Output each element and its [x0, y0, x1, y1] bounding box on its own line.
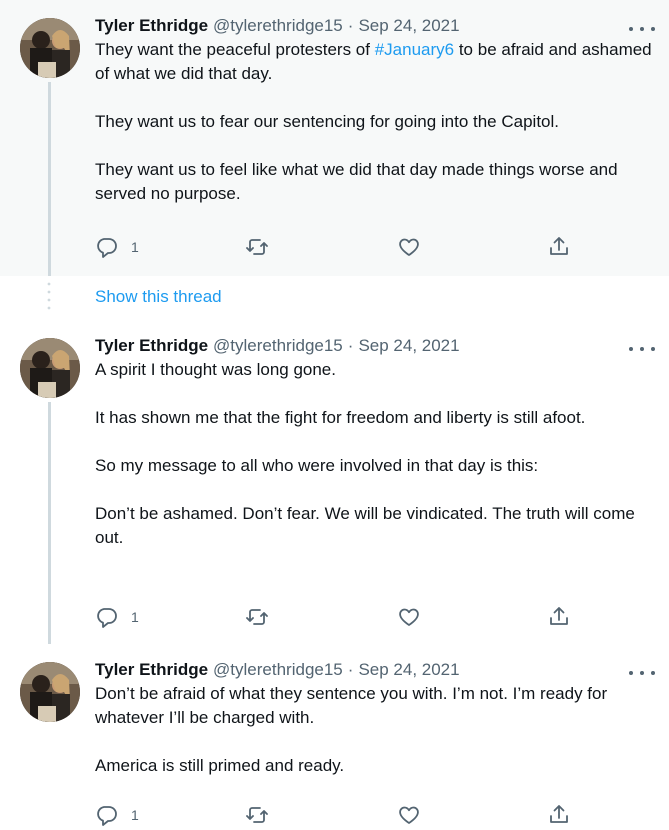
like-button[interactable] [397, 232, 421, 262]
author-name[interactable]: Tyler Ethridge [95, 14, 208, 38]
tweet-text: They want the peaceful protesters of #Ja… [95, 38, 655, 206]
tweet-content: Tyler Ethridge @tylerethridge15 · Sep 24… [95, 334, 655, 550]
share-icon [550, 805, 568, 823]
avatar[interactable] [20, 338, 80, 398]
tweet-content: Tyler Ethridge @tylerethridge15 · Sep 24… [95, 658, 655, 778]
hashtag-link[interactable]: #January6 [375, 40, 454, 59]
like-button[interactable] [397, 602, 421, 632]
tweet-paragraph: So my message to all who were involved i… [95, 456, 539, 475]
thread-line [48, 402, 51, 644]
tweet-paragraph: A spirit I thought was long gone. [95, 360, 336, 379]
retweet-icon [246, 807, 268, 823]
tweet-date[interactable]: Sep 24, 2021 [358, 658, 459, 682]
tweet-paragraph: Don’t be afraid of what they sentence yo… [95, 684, 608, 727]
reply-icon [97, 238, 117, 258]
tweet-paragraph: Don’t be ashamed. Don’t fear. We will be… [95, 504, 635, 547]
author-handle[interactable]: @tylerethridge15 [213, 334, 343, 358]
tweet[interactable]: Tyler Ethridge @tylerethridge15 · Sep 24… [0, 0, 669, 276]
thread-gap-dots [47, 282, 51, 310]
retweet-button[interactable] [245, 232, 269, 262]
show-thread-link[interactable]: Show this thread [95, 285, 222, 309]
reply-count: 1 [131, 807, 139, 823]
tweet-header: Tyler Ethridge @tylerethridge15 · Sep 24… [95, 334, 655, 358]
author-handle[interactable]: @tylerethridge15 [213, 14, 343, 38]
tweet-paragraph: They want us to feel like what we did th… [95, 160, 618, 203]
reply-icon [97, 806, 117, 826]
avatar[interactable] [20, 18, 80, 78]
tweet-text: A spirit I thought was long gone. It has… [95, 358, 655, 550]
author-handle[interactable]: @tylerethridge15 [213, 658, 343, 682]
tweet-actions: 1 [95, 232, 595, 262]
retweet-icon [246, 239, 268, 255]
tweet-actions: 1 [95, 800, 595, 830]
tweet[interactable]: Tyler Ethridge @tylerethridge15 · Sep 24… [0, 320, 669, 644]
heart-icon [399, 806, 419, 824]
tweet-paragraph: They want the peaceful protesters of #Ja… [95, 38, 655, 86]
tweet-actions: 1 [95, 602, 595, 632]
author-name[interactable]: Tyler Ethridge [95, 658, 208, 682]
share-icon [550, 237, 568, 255]
more-icon[interactable] [629, 666, 655, 680]
tweet-content: Tyler Ethridge @tylerethridge15 · Sep 24… [95, 14, 655, 206]
tweet-paragraph: They want us to fear our sentencing for … [95, 112, 559, 131]
share-button[interactable] [547, 602, 571, 632]
reply-icon [97, 608, 117, 628]
share-button[interactable] [547, 232, 571, 262]
reply-button[interactable]: 1 [95, 800, 139, 830]
separator: · [347, 16, 354, 35]
more-icon[interactable] [629, 342, 655, 356]
reply-count: 1 [131, 239, 139, 255]
author-name[interactable]: Tyler Ethridge [95, 334, 208, 358]
reply-button[interactable]: 1 [95, 232, 139, 262]
tweet[interactable]: Tyler Ethridge @tylerethridge15 · Sep 24… [0, 644, 669, 826]
avatar[interactable] [20, 662, 80, 722]
share-button[interactable] [547, 800, 571, 830]
text-segment: They want the peaceful protesters of [95, 40, 375, 59]
tweet-date[interactable]: Sep 24, 2021 [358, 14, 459, 38]
retweet-icon [246, 609, 268, 625]
reply-count: 1 [131, 609, 139, 625]
tweet-text: Don’t be afraid of what they sentence yo… [95, 682, 655, 778]
thread-line [48, 82, 51, 276]
tweet-header: Tyler Ethridge @tylerethridge15 · Sep 24… [95, 14, 655, 38]
share-icon [550, 607, 568, 625]
tweet-date[interactable]: Sep 24, 2021 [358, 334, 459, 358]
heart-icon [399, 238, 419, 256]
heart-icon [399, 608, 419, 626]
more-icon[interactable] [629, 22, 655, 36]
separator: · [347, 336, 354, 355]
retweet-button[interactable] [245, 800, 269, 830]
timeline: Tyler Ethridge @tylerethridge15 · Sep 24… [0, 0, 669, 826]
separator: · [347, 660, 354, 679]
reply-button[interactable]: 1 [95, 602, 139, 632]
tweet-paragraph: It has shown me that the fight for freed… [95, 408, 586, 427]
tweet-header: Tyler Ethridge @tylerethridge15 · Sep 24… [95, 658, 655, 682]
like-button[interactable] [397, 800, 421, 830]
tweet-paragraph: America is still primed and ready. [95, 756, 345, 775]
retweet-button[interactable] [245, 602, 269, 632]
